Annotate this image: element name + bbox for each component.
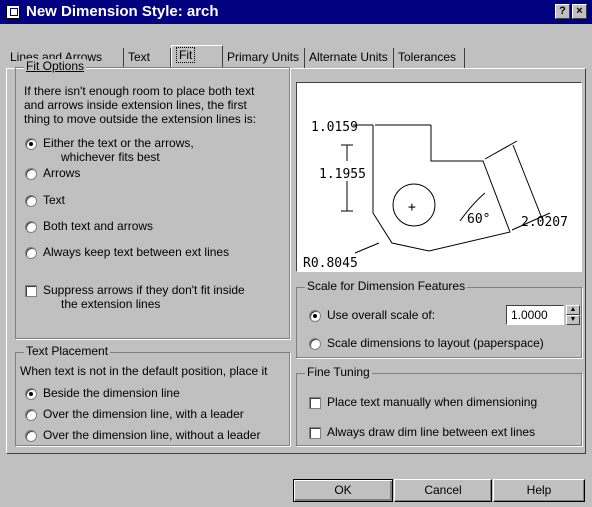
arrows-radio[interactable] <box>25 168 37 180</box>
fit-options-legend: Fit Options <box>24 59 87 73</box>
tab-tolerances[interactable]: Tolerances <box>394 48 465 68</box>
overall-scale-input[interactable]: 1.0000 <box>506 305 564 325</box>
scale-to-layout-radio[interactable] <box>309 338 321 350</box>
scale-to-layout-label[interactable]: Scale dimensions to layout (paperspace) <box>327 336 544 350</box>
preview-drawing: 1.0159 1.1955 2.0207 60° R0.8045 + <box>303 120 568 271</box>
either-text-or-arrows-radio[interactable] <box>25 138 37 150</box>
arrows-label[interactable]: Arrows <box>43 166 80 180</box>
fit-description-line1: If there isn't enough room to place both… <box>24 84 255 98</box>
text-radio[interactable] <box>25 195 37 207</box>
scale-spin-down-button[interactable]: ▼ <box>566 315 580 325</box>
dim2-label: 1.1955 <box>319 167 366 182</box>
text-placement-description: When text is not in the default position… <box>20 364 268 378</box>
both-text-and-arrows-radio[interactable] <box>25 221 37 233</box>
dim1-label: 1.0159 <box>311 120 358 135</box>
tab-primary-units[interactable]: Primary Units <box>223 48 305 68</box>
text-placement-legend: Text Placement <box>24 344 111 358</box>
scale-legend: Scale for Dimension Features <box>305 279 468 293</box>
beside-dimension-line-label[interactable]: Beside the dimension line <box>43 386 180 400</box>
either-text-or-arrows-label2[interactable]: whichever fits best <box>61 150 160 164</box>
always-keep-text-radio[interactable] <box>25 247 37 259</box>
tab-text[interactable]: Text <box>124 48 171 68</box>
suppress-arrows-label2[interactable]: the extension lines <box>61 297 160 311</box>
title-bar[interactable]: New Dimension Style: arch ? × <box>0 0 592 24</box>
beside-dimension-line-radio[interactable] <box>25 388 37 400</box>
always-keep-text-label[interactable]: Always keep text between ext lines <box>43 245 229 259</box>
close-button[interactable]: × <box>572 4 587 19</box>
tab-label: Primary Units <box>227 50 300 64</box>
always-draw-dim-line-label[interactable]: Always draw dim line between ext lines <box>327 425 535 439</box>
app-icon <box>6 5 20 19</box>
part-outline <box>372 125 511 252</box>
center-mark: + <box>408 200 416 215</box>
dim3-line <box>512 144 544 222</box>
either-text-or-arrows-label[interactable]: Either the text or the arrows, <box>43 136 194 150</box>
window-title: New Dimension Style: arch <box>26 3 219 20</box>
both-text-and-arrows-label[interactable]: Both text and arrows <box>43 219 153 233</box>
tab-label: Tolerances <box>398 50 457 64</box>
ok-button[interactable]: OK <box>293 479 393 502</box>
over-with-leader-radio[interactable] <box>25 409 37 421</box>
fit-description-line2: and arrows inside extension lines, the f… <box>24 98 247 112</box>
help-title-button[interactable]: ? <box>555 4 570 19</box>
fine-tuning-legend: Fine Tuning <box>305 365 372 379</box>
use-overall-scale-label[interactable]: Use overall scale of: <box>327 308 435 322</box>
over-without-leader-radio[interactable] <box>25 430 37 442</box>
place-text-manually-label[interactable]: Place text manually when dimensioning <box>327 395 537 409</box>
use-overall-scale-radio[interactable] <box>309 310 321 322</box>
scale-spin-up-button[interactable]: ▲ <box>566 305 580 315</box>
cancel-button[interactable]: Cancel <box>394 479 492 502</box>
radius-leader <box>354 242 380 254</box>
suppress-arrows-label[interactable]: Suppress arrows if they don't fit inside <box>43 283 245 297</box>
always-draw-dim-line-checkbox[interactable] <box>309 427 321 439</box>
tab-alternate-units[interactable]: Alternate Units <box>305 48 394 68</box>
over-without-leader-label[interactable]: Over the dimension line, without a leade… <box>43 428 260 442</box>
radius-label: R0.8045 <box>303 256 358 271</box>
tab-label: Text <box>128 50 151 64</box>
dim3-label: 2.0207 <box>521 215 568 230</box>
over-with-leader-label[interactable]: Over the dimension line, with a leader <box>43 407 244 421</box>
tab-fit[interactable]: Fit <box>171 45 223 68</box>
dim3-extension-top <box>484 140 518 160</box>
place-text-manually-checkbox[interactable] <box>309 397 321 409</box>
angle-label: 60° <box>467 212 490 227</box>
text-label[interactable]: Text <box>43 193 65 207</box>
tab-label: Fit <box>176 47 196 63</box>
dimension-style-dialog: New Dimension Style: arch ? × Lines and … <box>0 0 592 507</box>
tab-label: Alternate Units <box>309 50 388 64</box>
help-button[interactable]: Help <box>493 479 585 502</box>
dimension-preview: 1.0159 1.1955 2.0207 60° R0.8045 + <box>296 82 582 272</box>
fit-description-line3: thing to move outside the extension line… <box>24 112 257 126</box>
suppress-arrows-checkbox[interactable] <box>25 285 37 297</box>
